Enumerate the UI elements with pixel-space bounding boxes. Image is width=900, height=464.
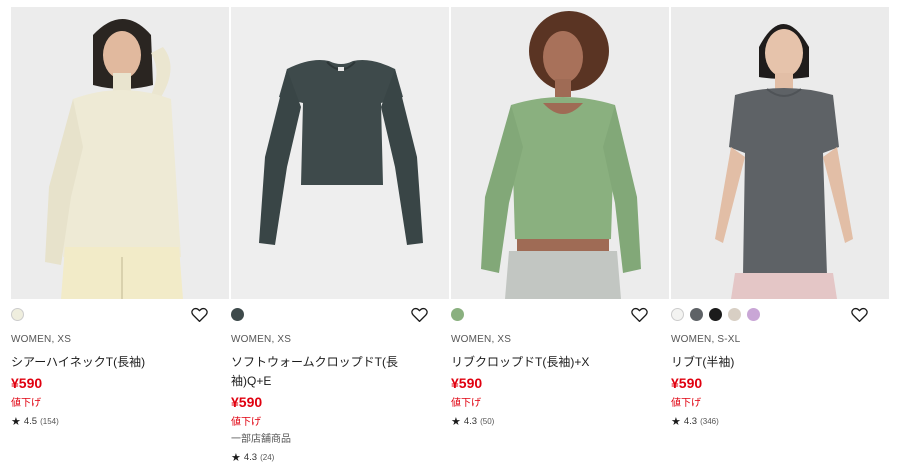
- review-count: (24): [260, 453, 275, 462]
- product-segment: WOMEN, S-XL: [671, 334, 741, 345]
- sale-badge: 値下げ: [451, 398, 481, 409]
- review-count: (346): [700, 417, 719, 426]
- product-segment: WOMEN, XS: [11, 334, 72, 345]
- product-card[interactable]: WOMEN, XS シアーハイネックT(長袖) ¥590 値下げ ★ 4.5 (…: [11, 7, 231, 457]
- rating-value: 4.3: [463, 416, 478, 427]
- heart-outline-icon[interactable]: [191, 307, 208, 323]
- star-icon: ★: [451, 416, 461, 428]
- product-rating: ★ 4.5 (154): [11, 415, 211, 428]
- product-image[interactable]: [671, 7, 889, 299]
- product-segment: WOMEN, XS: [231, 334, 292, 345]
- product-price: ¥590: [451, 375, 483, 391]
- product-name[interactable]: リブT(半袖): [671, 353, 871, 372]
- product-name[interactable]: リブクロップドT(長袖)+X: [451, 353, 651, 372]
- product-segment: WOMEN, XS: [451, 334, 512, 345]
- product-price: ¥590: [11, 375, 43, 391]
- star-icon: ★: [11, 416, 21, 428]
- product-image[interactable]: [11, 7, 229, 299]
- heart-outline-icon[interactable]: [851, 307, 868, 323]
- product-card[interactable]: WOMEN, S-XL リブT(半袖) ¥590 値下げ ★ 4.3 (346): [671, 7, 891, 457]
- color-swatch[interactable]: [709, 308, 722, 321]
- star-icon: ★: [671, 416, 681, 428]
- color-swatches: [11, 308, 24, 321]
- color-swatch[interactable]: [451, 308, 464, 321]
- product-grid: WOMEN, XS シアーハイネックT(長袖) ¥590 値下げ ★ 4.5 (…: [11, 7, 891, 464]
- heart-outline-icon[interactable]: [411, 307, 428, 323]
- product-rating: ★ 4.3 (50): [451, 415, 651, 428]
- rating-value: 4.5: [23, 416, 38, 427]
- star-icon: ★: [231, 452, 241, 464]
- sale-badge: 値下げ: [11, 398, 41, 409]
- color-swatches: [451, 308, 464, 321]
- product-image[interactable]: [451, 7, 669, 299]
- product-name[interactable]: シアーハイネックT(長袖): [11, 353, 211, 372]
- heart-outline-icon[interactable]: [631, 307, 648, 323]
- store-note: 一部店舗商品: [231, 434, 291, 445]
- color-swatch[interactable]: [11, 308, 24, 321]
- color-swatch[interactable]: [671, 308, 684, 321]
- sale-badge: 値下げ: [671, 398, 701, 409]
- product-price: ¥590: [671, 375, 703, 391]
- color-swatch[interactable]: [690, 308, 703, 321]
- product-rating: ★ 4.3 (24): [231, 451, 431, 464]
- product-price: ¥590: [231, 394, 263, 410]
- sale-badge: 値下げ: [231, 417, 261, 428]
- color-swatch[interactable]: [231, 308, 244, 321]
- color-swatch[interactable]: [728, 308, 741, 321]
- rating-value: 4.3: [243, 452, 258, 463]
- product-name[interactable]: ソフトウォームクロップドT(長袖)Q+E: [231, 353, 406, 391]
- color-swatch[interactable]: [747, 308, 760, 321]
- color-swatches: [231, 308, 244, 321]
- review-count: (50): [480, 417, 495, 426]
- review-count: (154): [40, 417, 59, 426]
- product-image[interactable]: [231, 7, 449, 299]
- rating-value: 4.3: [683, 416, 698, 427]
- product-rating: ★ 4.3 (346): [671, 415, 871, 428]
- color-swatches: [671, 308, 760, 321]
- product-card[interactable]: WOMEN, XS ソフトウォームクロップドT(長袖)Q+E ¥590 値下げ …: [231, 7, 451, 464]
- product-card[interactable]: WOMEN, XS リブクロップドT(長袖)+X ¥590 値下げ ★ 4.3 …: [451, 7, 671, 457]
